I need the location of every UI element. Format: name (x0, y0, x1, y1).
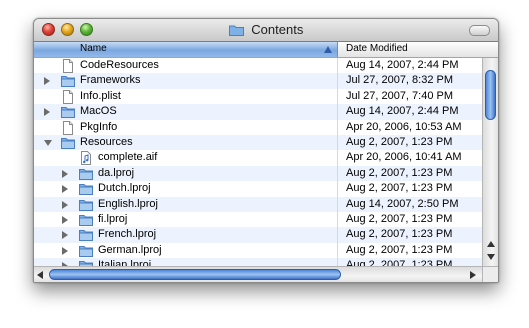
list-row[interactable]: Info.plist Jul 27, 2007, 7:40 PM (34, 89, 482, 104)
scroll-right-arrow-icon[interactable] (470, 271, 476, 279)
list-row[interactable]: French.lproj Aug 2, 2007, 1:23 PM (34, 227, 482, 243)
date-column-header[interactable]: Date Modified (346, 43, 408, 54)
disclosure-collapsed-icon[interactable] (62, 215, 68, 224)
sort-ascending-icon (324, 46, 332, 53)
list-row[interactable]: PkgInfo Apr 20, 2006, 10:53 AM (34, 120, 482, 135)
item-name: PkgInfo (80, 120, 118, 133)
item-date-modified: Jul 27, 2007, 7:40 PM (346, 89, 454, 102)
folder-icon (79, 259, 93, 266)
disclosure-collapsed-icon[interactable] (62, 169, 68, 178)
resize-grip[interactable] (482, 266, 498, 282)
folder-icon (228, 25, 244, 36)
list-row[interactable]: English.lproj Aug 14, 2007, 2:50 PM (34, 196, 482, 212)
list-row[interactable]: fi.lproj Aug 2, 2007, 1:23 PM (34, 212, 482, 227)
item-date-modified: Apr 20, 2006, 10:41 AM (346, 151, 462, 164)
item-date-modified: Aug 2, 2007, 1:23 PM (346, 135, 453, 148)
disclosure-collapsed-icon[interactable] (44, 108, 50, 117)
item-name: Dutch.lproj (98, 182, 151, 195)
item-date-modified: Aug 2, 2007, 1:23 PM (346, 259, 453, 266)
item-name: German.lproj (98, 243, 162, 256)
list-row[interactable]: MacOS Aug 14, 2007, 2:44 PM (34, 104, 482, 120)
item-date-modified: Aug 2, 2007, 1:23 PM (346, 228, 453, 241)
scroll-down-arrow-icon[interactable] (487, 254, 495, 260)
item-date-modified: Aug 2, 2007, 1:23 PM (346, 243, 453, 256)
list-row[interactable]: Dutch.lproj Aug 2, 2007, 1:23 PM (34, 181, 482, 196)
vertical-scrollbar[interactable] (482, 58, 498, 266)
list-row[interactable]: Frameworks Jul 27, 2007, 8:32 PM (34, 73, 482, 89)
list-row[interactable]: da.lproj Aug 2, 2007, 1:23 PM (34, 165, 482, 182)
title-bar[interactable]: Contents (34, 19, 498, 42)
finder-window: Contents Name Date Modified CodeResource… (33, 18, 499, 283)
item-name: CodeResources (80, 59, 159, 71)
disclosure-collapsed-icon[interactable] (44, 77, 50, 86)
list-header: Name Date Modified (34, 42, 498, 58)
disclosure-collapsed-icon[interactable] (62, 200, 68, 209)
item-date-modified: Aug 2, 2007, 1:23 PM (346, 182, 453, 195)
item-date-modified: Jul 27, 2007, 8:32 PM (346, 74, 454, 87)
list-row[interactable]: CodeResources Aug 14, 2007, 2:44 PM (34, 58, 482, 73)
disclosure-collapsed-icon[interactable] (62, 246, 68, 255)
item-name: English.lproj (98, 197, 158, 210)
window-title-wrap: Contents (34, 22, 498, 37)
list-row[interactable]: Italian.lproj Aug 2, 2007, 1:23 PM (34, 258, 482, 266)
window-title: Contents (251, 22, 304, 37)
item-name: MacOS (80, 105, 117, 118)
toolbar-toggle-button[interactable] (469, 25, 490, 36)
item-date-modified: Aug 14, 2007, 2:50 PM (346, 197, 459, 210)
item-name: Italian.lproj (98, 259, 152, 266)
list-row[interactable]: German.lproj Aug 2, 2007, 1:23 PM (34, 243, 482, 258)
item-name: Info.plist (80, 89, 121, 102)
item-date-modified: Aug 14, 2007, 2:44 PM (346, 59, 459, 71)
disclosure-expanded-icon[interactable] (44, 139, 52, 146)
item-name: fi.lproj (98, 212, 128, 225)
item-name: complete.aif (98, 151, 158, 164)
item-date-modified: Apr 20, 2006, 10:53 AM (346, 120, 462, 133)
name-column-label: Name (80, 43, 107, 54)
column-divider (337, 58, 338, 266)
list-row[interactable]: complete.aif Apr 20, 2006, 10:41 AM (34, 150, 482, 166)
disclosure-collapsed-icon[interactable] (62, 231, 68, 240)
scroll-left-arrow-icon[interactable] (37, 271, 43, 279)
item-date-modified: Aug 14, 2007, 2:44 PM (346, 105, 459, 118)
item-name: French.lproj (98, 228, 157, 241)
list-row[interactable]: Resources Aug 2, 2007, 1:23 PM (34, 134, 482, 151)
vertical-scroll-thumb[interactable] (485, 70, 496, 120)
horizontal-scroll-thumb[interactable] (49, 269, 341, 280)
scroll-up-arrow-icon[interactable] (487, 241, 495, 247)
item-name: da.lproj (98, 166, 135, 179)
file-list[interactable]: CodeResources Aug 14, 2007, 2:44 PM Framew… (34, 58, 482, 266)
name-column-header[interactable]: Name (34, 42, 338, 57)
horizontal-scrollbar[interactable] (34, 266, 482, 282)
item-name: Frameworks (80, 74, 141, 87)
disclosure-collapsed-icon[interactable] (62, 185, 68, 194)
item-name: Resources (80, 135, 133, 148)
item-date-modified: Aug 2, 2007, 1:23 PM (346, 212, 453, 225)
item-date-modified: Aug 2, 2007, 1:23 PM (346, 166, 453, 179)
